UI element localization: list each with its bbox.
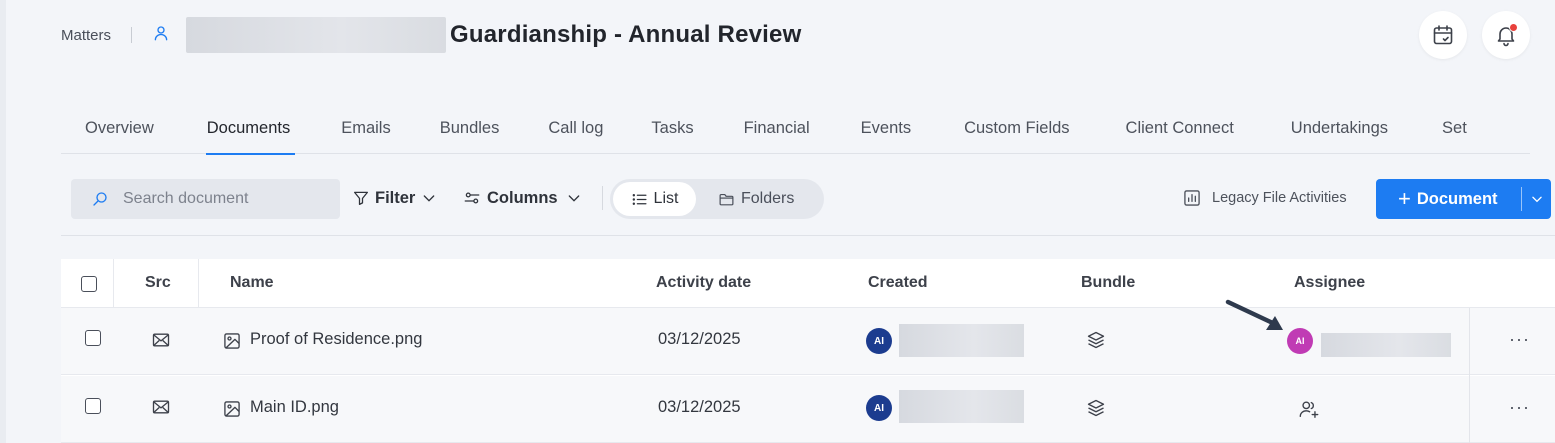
select-all-checkbox[interactable] xyxy=(81,276,97,292)
add-document-split-button: + Document xyxy=(1376,179,1551,219)
created-by-avatar: AI xyxy=(866,328,892,354)
filter-label: Filter xyxy=(375,188,416,207)
row-checkbox[interactable] xyxy=(85,330,101,346)
annotation-arrow-icon xyxy=(1225,299,1283,330)
tab-events[interactable]: Events xyxy=(861,108,911,154)
folders-view-button[interactable]: Folders xyxy=(718,182,794,216)
table-header: Src Name Activity date Created Bundle As… xyxy=(61,259,1555,308)
layers-bundle-icon[interactable] xyxy=(1086,398,1106,418)
chevron-down-icon xyxy=(424,195,435,202)
search-box[interactable] xyxy=(71,179,340,219)
breadcrumb-matters-link[interactable]: Matters xyxy=(61,27,111,44)
add-document-button[interactable]: + Document xyxy=(1376,179,1521,219)
column-divider xyxy=(113,259,114,308)
image-file-icon xyxy=(224,401,240,417)
notifications-button[interactable] xyxy=(1482,11,1530,59)
email-source-icon xyxy=(152,333,170,347)
columns-label: Columns xyxy=(487,188,558,207)
layers-bundle-icon[interactable] xyxy=(1086,330,1106,350)
list-view-label: List xyxy=(653,190,679,207)
column-header-name[interactable]: Name xyxy=(230,274,274,292)
page-title: Guardianship - Annual Review xyxy=(450,21,802,48)
tab-financial[interactable]: Financial xyxy=(744,108,810,154)
toolbar-separator xyxy=(61,235,1555,236)
document-name-link[interactable]: Proof of Residence.png xyxy=(250,330,422,349)
redacted-created-by-name xyxy=(899,324,1024,357)
table-row[interactable]: Main ID.png 03/12/2025 AI xyxy=(61,376,1555,443)
column-header-activity-date[interactable]: Activity date xyxy=(656,274,751,292)
column-header-bundle[interactable]: Bundle xyxy=(1081,274,1135,292)
activity-date: 03/12/2025 xyxy=(658,330,741,348)
tab-settings-truncated[interactable]: Set xyxy=(1442,108,1467,154)
column-header-src[interactable]: Src xyxy=(145,274,171,292)
folders-view-label: Folders xyxy=(741,190,795,207)
tab-emails[interactable]: Emails xyxy=(341,108,391,154)
image-file-icon xyxy=(224,333,240,349)
chevron-down-icon xyxy=(1531,196,1542,203)
tab-bundles[interactable]: Bundles xyxy=(440,108,500,154)
breadcrumb: Matters Guardianship - Annual Review xyxy=(61,17,802,53)
legacy-file-activities-link[interactable]: Legacy File Activities xyxy=(1182,187,1347,209)
add-document-dropdown[interactable] xyxy=(1522,179,1551,219)
redacted-created-by-name xyxy=(899,390,1024,423)
breadcrumb-divider xyxy=(131,27,133,43)
columns-button[interactable]: Columns xyxy=(463,184,582,212)
more-options-icon[interactable]: ··· xyxy=(1509,329,1530,350)
add-assignee-icon[interactable] xyxy=(1298,398,1320,420)
tab-call-log[interactable]: Call log xyxy=(548,108,603,154)
client-user-icon[interactable] xyxy=(152,24,186,47)
folder-icon xyxy=(719,193,734,205)
calendar-button[interactable] xyxy=(1419,11,1467,59)
search-input[interactable] xyxy=(123,190,313,208)
table-row[interactable]: Proof of Residence.png 03/12/2025 AI AI xyxy=(61,308,1555,375)
document-name-link[interactable]: Main ID.png xyxy=(250,398,339,417)
columns-settings-icon xyxy=(464,192,480,204)
row-checkbox[interactable] xyxy=(85,398,101,414)
tab-documents[interactable]: Documents xyxy=(205,108,296,155)
plus-icon: + xyxy=(1398,186,1411,211)
column-header-created[interactable]: Created xyxy=(868,274,928,292)
add-document-label: Document xyxy=(1416,189,1498,208)
column-header-assignee[interactable]: Assignee xyxy=(1294,274,1365,292)
activity-date: 03/12/2025 xyxy=(658,398,741,416)
email-source-icon xyxy=(152,400,170,414)
matter-tabs: Overview Documents Emails Bundles Call l… xyxy=(61,108,1530,155)
search-icon xyxy=(93,192,107,206)
created-by-avatar: AI xyxy=(866,395,892,421)
notification-badge xyxy=(1509,23,1518,32)
legacy-file-activities-label: Legacy File Activities xyxy=(1212,190,1347,206)
bar-chart-icon xyxy=(1184,190,1200,206)
left-edge-strip xyxy=(0,0,6,443)
redacted-assignee-name xyxy=(1321,333,1451,357)
tab-custom-fields[interactable]: Custom Fields xyxy=(964,108,1069,154)
tab-client-connect[interactable]: Client Connect xyxy=(1126,108,1234,154)
column-divider xyxy=(198,259,199,308)
chevron-down-icon xyxy=(568,195,579,202)
tab-undertakings[interactable]: Undertakings xyxy=(1291,108,1388,154)
filter-icon xyxy=(353,191,369,206)
tab-overview[interactable]: Overview xyxy=(85,108,154,154)
redacted-client-name xyxy=(186,17,447,53)
list-view-button[interactable]: List xyxy=(613,182,696,216)
toolbar-divider xyxy=(602,186,603,210)
tab-tasks[interactable]: Tasks xyxy=(651,108,693,154)
list-icon xyxy=(632,193,647,205)
view-mode-toggle: List Folders xyxy=(610,179,824,219)
calendar-check-icon xyxy=(1433,25,1453,45)
documents-table: Src Name Activity date Created Bundle As… xyxy=(61,259,1555,443)
more-options-icon[interactable]: ··· xyxy=(1509,397,1530,418)
filter-button[interactable]: Filter xyxy=(352,184,437,212)
